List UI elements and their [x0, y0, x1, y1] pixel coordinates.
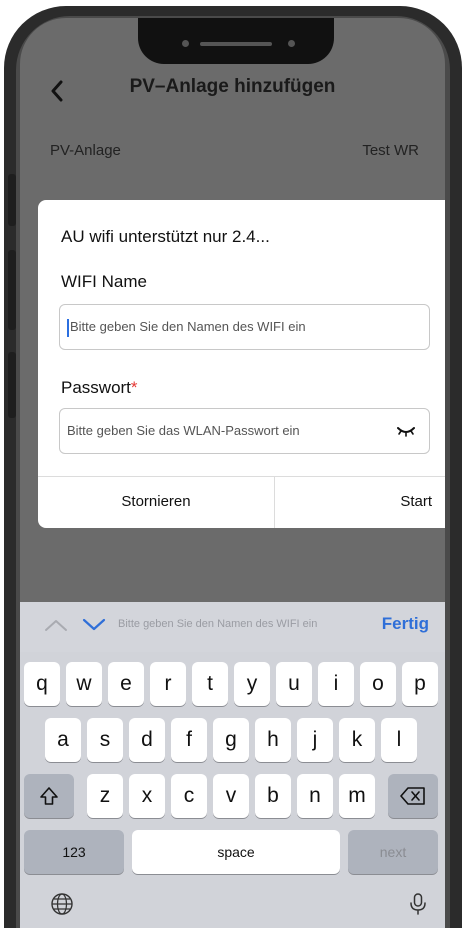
- notch-camera: [288, 40, 295, 47]
- key-q[interactable]: q: [24, 662, 60, 706]
- key-g[interactable]: g: [213, 718, 249, 762]
- backspace-key[interactable]: [388, 774, 438, 818]
- notch-sensor: [182, 40, 189, 47]
- text-caret: [67, 318, 69, 337]
- wifi-name-label: WIFI Name: [61, 272, 147, 291]
- page-title: PV–Anlage hinzufügen: [129, 76, 336, 97]
- chevron-up-icon[interactable]: [44, 618, 68, 632]
- key-e[interactable]: e: [108, 662, 144, 706]
- backspace-icon: [400, 787, 425, 805]
- pv-system-label: PV-Anlage: [50, 142, 121, 159]
- key-l[interactable]: l: [381, 718, 417, 762]
- key-s[interactable]: s: [87, 718, 123, 762]
- key-p[interactable]: p: [402, 662, 438, 706]
- chevron-down-icon[interactable]: [82, 618, 106, 632]
- key-z[interactable]: z: [87, 774, 123, 818]
- key-d[interactable]: d: [129, 718, 165, 762]
- shift-icon: [40, 787, 58, 805]
- dialog-heading: AU wifi unterstützt nur 2.4...: [61, 227, 270, 246]
- password-label: Passwort*: [61, 378, 138, 398]
- microphone-icon[interactable]: [406, 892, 430, 916]
- key-f[interactable]: f: [171, 718, 207, 762]
- key-x[interactable]: x: [129, 774, 165, 818]
- cancel-button[interactable]: Stornieren: [38, 476, 274, 528]
- next-key[interactable]: next: [348, 830, 438, 874]
- key-o[interactable]: o: [360, 662, 396, 706]
- key-j[interactable]: j: [297, 718, 333, 762]
- required-mark: *: [130, 378, 138, 397]
- wifi-dialog: AU wifi unterstützt nur 2.4... WIFI Name…: [38, 200, 445, 528]
- key-u[interactable]: u: [276, 662, 312, 706]
- key-y[interactable]: y: [234, 662, 270, 706]
- side-button-volume-up: [8, 250, 16, 330]
- key-r[interactable]: r: [150, 662, 186, 706]
- password-placeholder: Bitte geben Sie das WLAN-Passwort ein: [67, 423, 300, 438]
- key-t[interactable]: t: [192, 662, 228, 706]
- side-button-volume-down: [8, 352, 16, 418]
- key-h[interactable]: h: [255, 718, 291, 762]
- wifi-name-placeholder: Bitte geben Sie den Namen des WIFI ein: [70, 319, 306, 334]
- key-i[interactable]: i: [318, 662, 354, 706]
- screen: PV–Anlage hinzufügen PV-Anlage Test WR A…: [20, 18, 445, 928]
- key-m[interactable]: m: [339, 774, 375, 818]
- keyboard: q w e r t y u i o p a s d f g h j k l z …: [20, 652, 445, 928]
- globe-icon[interactable]: [50, 892, 74, 916]
- key-w[interactable]: w: [66, 662, 102, 706]
- shift-key[interactable]: [24, 774, 74, 818]
- key-c[interactable]: c: [171, 774, 207, 818]
- eye-closed-icon[interactable]: [397, 425, 415, 437]
- wifi-name-input[interactable]: Bitte geben Sie den Namen des WIFI ein: [59, 304, 430, 350]
- key-b[interactable]: b: [255, 774, 291, 818]
- key-k[interactable]: k: [339, 718, 375, 762]
- key-v[interactable]: v: [213, 774, 249, 818]
- accessory-hint: Bitte geben Sie den Namen des WIFI ein: [118, 618, 318, 630]
- key-n[interactable]: n: [297, 774, 333, 818]
- pv-system-value: Test WR: [362, 142, 419, 159]
- start-button[interactable]: Start: [275, 476, 445, 528]
- numbers-key[interactable]: 123: [24, 830, 124, 874]
- password-input[interactable]: Bitte geben Sie das WLAN-Passwort ein: [59, 408, 430, 454]
- notch: [138, 18, 334, 64]
- done-button[interactable]: Fertig: [382, 614, 429, 634]
- key-a[interactable]: a: [45, 718, 81, 762]
- notch-speaker: [200, 42, 272, 46]
- space-key[interactable]: space: [132, 830, 340, 874]
- keyboard-accessory-bar: Bitte geben Sie den Namen des WIFI ein F…: [20, 602, 445, 652]
- password-label-text: Passwort: [61, 378, 131, 397]
- side-button-silent: [8, 174, 16, 226]
